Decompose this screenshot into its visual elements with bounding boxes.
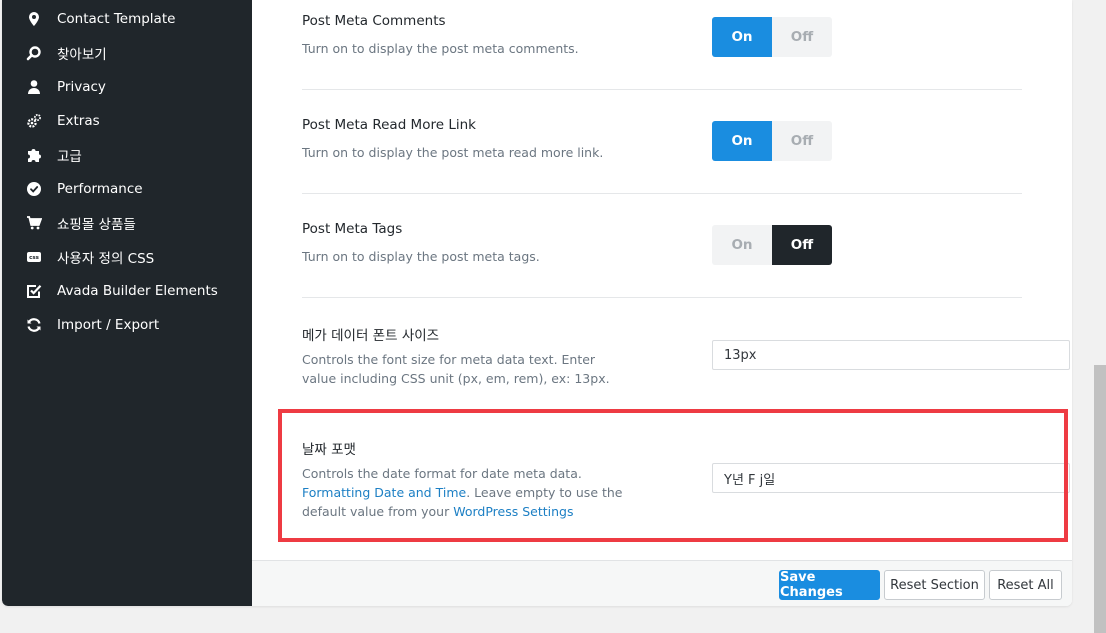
sidebar-item-label: Contact Template bbox=[57, 11, 176, 27]
reset-section-button[interactable]: Reset Section bbox=[884, 570, 985, 600]
map-pin-icon bbox=[26, 11, 42, 27]
scrollbar-thumb[interactable] bbox=[1094, 365, 1106, 633]
page-scrollbar[interactable] bbox=[1091, 0, 1106, 633]
sidebar-item-import-export[interactable]: Import / Export bbox=[2, 308, 252, 342]
comments-toggle: On Off bbox=[712, 17, 832, 57]
font-size-input[interactable]: 13px bbox=[712, 340, 1070, 370]
setting-meta-font-size: 메가 데이터 폰트 사이즈 Controls the font size for… bbox=[302, 324, 1070, 394]
sidebar-item-label: Extras bbox=[57, 113, 100, 129]
svg-text:css: css bbox=[29, 255, 40, 261]
sidebar-item-privacy[interactable]: Privacy bbox=[2, 70, 252, 104]
sidebar: Contact Template 찾아보기 Privacy Extras 고급 bbox=[2, 0, 252, 606]
divider bbox=[302, 89, 1022, 90]
sidebar-item-custom-css[interactable]: css 사용자 정의 CSS bbox=[2, 240, 252, 274]
refresh-icon bbox=[26, 317, 42, 333]
reset-all-button[interactable]: Reset All bbox=[989, 570, 1062, 600]
setting-post-meta-comments: Post Meta Comments Turn on to display th… bbox=[302, 13, 1022, 73]
setting-post-meta-read-more: Post Meta Read More Link Turn on to disp… bbox=[302, 117, 1022, 177]
sidebar-item-label: 고급 bbox=[57, 149, 82, 165]
cogs-icon bbox=[26, 113, 42, 129]
puzzle-icon bbox=[26, 147, 42, 163]
read-more-toggle: On Off bbox=[712, 121, 832, 161]
sidebar-item-label: Import / Export bbox=[57, 317, 160, 333]
save-changes-button[interactable]: Save Changes bbox=[779, 570, 880, 600]
sidebar-item-advanced[interactable]: 고급 bbox=[2, 138, 252, 172]
tags-off-button[interactable]: Off bbox=[772, 225, 832, 265]
divider bbox=[302, 193, 1022, 194]
sidebar-item-builder-elements[interactable]: Avada Builder Elements bbox=[2, 274, 252, 308]
footer-bar: Save Changes Reset Section Reset All bbox=[252, 560, 1072, 606]
setting-description: Turn on to display the post meta comment… bbox=[302, 41, 579, 56]
gauge-icon bbox=[26, 181, 42, 197]
sidebar-item-label: 찾아보기 bbox=[57, 47, 107, 63]
highlight-box bbox=[278, 409, 1068, 542]
setting-description: Turn on to display the post meta tags. bbox=[302, 249, 540, 264]
sidebar-item-label: Privacy bbox=[57, 79, 106, 95]
tags-on-button[interactable]: On bbox=[712, 225, 772, 265]
comments-off-button[interactable]: Off bbox=[772, 17, 832, 57]
setting-title: Post Meta Tags bbox=[302, 221, 403, 237]
checkbox-icon bbox=[26, 283, 42, 299]
setting-post-meta-tags: Post Meta Tags Turn on to display the po… bbox=[302, 221, 1022, 281]
sidebar-item-shop-products[interactable]: 쇼핑몰 상품들 bbox=[2, 206, 252, 240]
sidebar-item-label: 쇼핑몰 상품들 bbox=[57, 217, 136, 233]
search-icon bbox=[26, 45, 42, 61]
setting-title: Post Meta Comments bbox=[302, 13, 446, 29]
sidebar-item-extras[interactable]: Extras bbox=[2, 104, 252, 138]
sidebar-item-performance[interactable]: Performance bbox=[2, 172, 252, 206]
tags-toggle: On Off bbox=[712, 225, 832, 265]
sidebar-item-label: 사용자 정의 CSS bbox=[57, 251, 155, 267]
cart-icon bbox=[26, 215, 42, 231]
setting-description: Turn on to display the post meta read mo… bbox=[302, 145, 604, 160]
sidebar-item-label: Performance bbox=[57, 181, 143, 197]
setting-title: Post Meta Read More Link bbox=[302, 117, 476, 133]
css-icon: css bbox=[26, 249, 42, 265]
user-icon bbox=[26, 79, 42, 95]
setting-title: 메가 데이터 폰트 사이즈 bbox=[302, 328, 440, 344]
read-more-off-button[interactable]: Off bbox=[772, 121, 832, 161]
setting-description: Controls the font size for meta data tex… bbox=[302, 352, 610, 386]
comments-on-button[interactable]: On bbox=[712, 17, 772, 57]
sidebar-item-contact-template[interactable]: Contact Template bbox=[2, 2, 252, 36]
read-more-on-button[interactable]: On bbox=[712, 121, 772, 161]
divider bbox=[302, 297, 1022, 298]
sidebar-item-label: Avada Builder Elements bbox=[57, 283, 218, 299]
sidebar-item-search[interactable]: 찾아보기 bbox=[2, 36, 252, 70]
